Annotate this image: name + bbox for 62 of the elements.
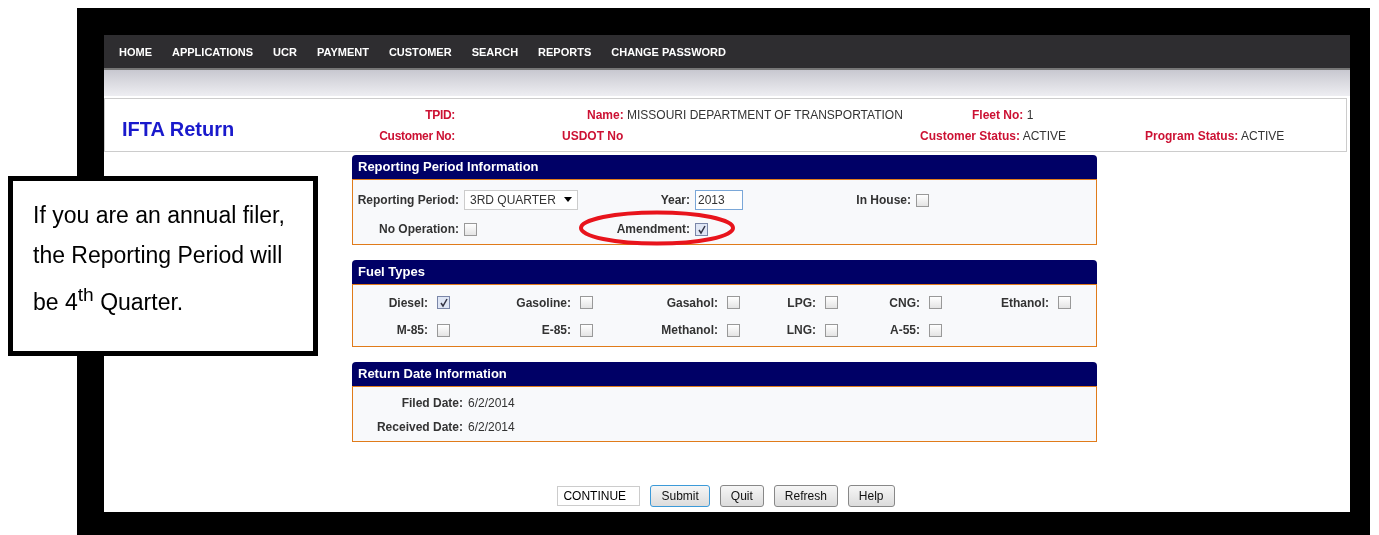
- field-label: M-85:: [396, 323, 428, 338]
- field-value: 6/2/2014: [468, 396, 516, 411]
- checkbox[interactable]: [825, 323, 838, 337]
- checkbox[interactable]: [929, 323, 942, 337]
- field-label: A-55:: [890, 323, 920, 338]
- nav-link[interactable]: APPLICATIONS: [172, 45, 254, 58]
- field-value: Fleet No: 1: [971, 107, 1035, 122]
- field-label: LNG:: [786, 323, 816, 338]
- field-label: Gasoline:: [516, 295, 571, 310]
- field-label: In House:: [855, 192, 911, 207]
- section-title: Return Date Information: [352, 362, 1097, 386]
- caret-icon: [563, 197, 572, 203]
- field-label: CNG:: [889, 295, 920, 310]
- checkbox[interactable]: [437, 323, 450, 337]
- checkbox[interactable]: [695, 223, 708, 237]
- nav-link[interactable]: REPORTS: [538, 45, 592, 58]
- field-label: Reporting Period:: [356, 192, 459, 207]
- nav-link[interactable]: HOME: [119, 45, 152, 58]
- action-select[interactable]: CONTINUE: [557, 486, 641, 506]
- nav-link[interactable]: UCR: [273, 45, 297, 58]
- nav-link[interactable]: CUSTOMER: [388, 45, 452, 58]
- action-button[interactable]: Quit: [719, 485, 764, 507]
- field-label: Methanol:: [661, 323, 718, 338]
- nav-link[interactable]: PAYMENT: [316, 45, 369, 58]
- field-label: TPID:: [424, 107, 455, 122]
- checkbox[interactable]: [825, 296, 838, 310]
- field-label: Received Date:: [375, 419, 463, 434]
- field-value: Customer Status: ACTIVE: [920, 128, 1068, 143]
- checkbox[interactable]: [580, 323, 593, 337]
- checkbox[interactable]: [580, 296, 593, 310]
- nav-link[interactable]: CHANGE PASSWORD: [611, 45, 726, 58]
- page-title: IFTA Return: [121, 117, 236, 141]
- field-label: USDOT No: [561, 128, 625, 143]
- year-field[interactable]: 2013: [695, 189, 743, 210]
- action-button[interactable]: Refresh: [773, 485, 838, 507]
- checkbox[interactable]: [727, 323, 740, 337]
- field-label: Filed Date:: [400, 396, 463, 411]
- field-label: LPG:: [787, 295, 816, 310]
- field-label: Year:: [659, 192, 690, 207]
- checkbox[interactable]: [727, 296, 740, 310]
- field-label: Ethanol:: [1001, 295, 1049, 310]
- callout-note: If you are an annual filer, the Reporting Period will be 4$^{th}$ Quarter.: [8, 176, 318, 356]
- section-title: Fuel Types: [352, 260, 1097, 284]
- field-label: E-85:: [541, 323, 571, 338]
- action-button[interactable]: Submit: [650, 485, 710, 507]
- field-label: No Operation:: [378, 221, 459, 236]
- field-value: Name: MISSOURI DEPARTMENT OF TRANSPORTATION: [586, 107, 904, 122]
- field-label: Customer No:: [378, 128, 455, 143]
- section-title: Reporting Period Information: [352, 155, 1097, 179]
- field-label: Amendment:: [615, 221, 690, 236]
- checkbox[interactable]: [929, 296, 942, 310]
- period-select[interactable]: 3RD QUARTER: [464, 189, 578, 210]
- checkbox[interactable]: [1058, 296, 1071, 310]
- checkbox[interactable]: [916, 194, 929, 208]
- nav-link[interactable]: SEARCH: [471, 45, 519, 58]
- field-value: 6/2/2014: [468, 419, 516, 434]
- checkbox[interactable]: [464, 223, 477, 237]
- action-button[interactable]: Help: [847, 485, 895, 507]
- field-value: Program Status: ACTIVE: [1145, 128, 1286, 143]
- field-label: Diesel:: [388, 295, 428, 310]
- checkbox[interactable]: [437, 296, 450, 310]
- field-label: Gasahol:: [666, 295, 718, 310]
